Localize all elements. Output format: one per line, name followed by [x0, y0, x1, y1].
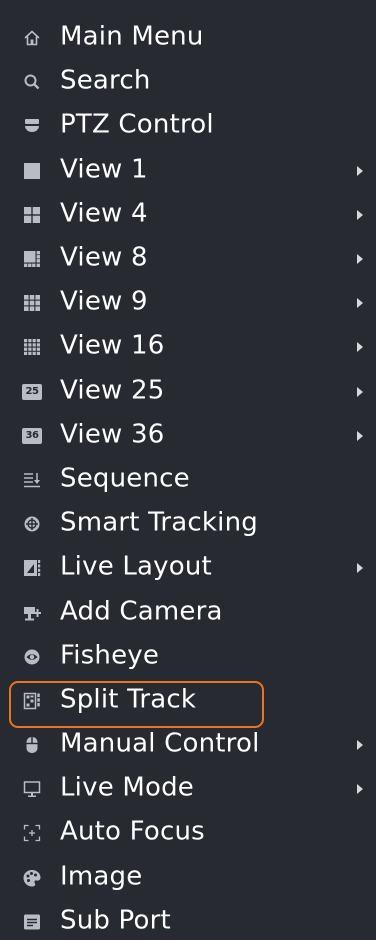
menu-item-label: View 16: [60, 331, 165, 362]
submenu-arrow-icon: [357, 298, 363, 309]
menu-item-sub-port[interactable]: Sub Port: [0, 900, 376, 944]
menu-item-label: Smart Tracking: [60, 507, 258, 538]
menu-item-fisheye[interactable]: Fisheye: [0, 635, 376, 679]
menu-item-label: View 1: [60, 154, 148, 185]
menu-item-label: Live Layout: [60, 552, 212, 583]
view-1-icon: [22, 161, 42, 181]
image-icon: [22, 868, 42, 888]
sequence-icon: [22, 470, 42, 490]
submenu-arrow-icon: [357, 342, 363, 353]
menu-item-auto-focus[interactable]: Auto Focus: [0, 811, 376, 855]
submenu-arrow-icon: [357, 430, 363, 441]
view-4-icon: [22, 205, 42, 225]
menu-item-label: Main Menu: [60, 21, 204, 52]
menu-item-label: View 36: [60, 419, 165, 450]
menu-item-label: Image: [60, 861, 143, 892]
menu-item-label: View 4: [60, 198, 148, 229]
menu-item-view-25[interactable]: 25 View 25: [0, 370, 376, 414]
context-menu: Main Menu Search PTZ Control View 1 View…: [0, 0, 376, 940]
live-layout-icon: [22, 558, 42, 578]
menu-item-label: Live Mode: [60, 772, 194, 803]
view-9-icon: [22, 293, 42, 313]
menu-item-search[interactable]: Search: [0, 60, 376, 104]
home-icon: [22, 28, 42, 48]
live-mode-icon: [22, 779, 42, 799]
ptz-camera-icon: [22, 116, 42, 136]
menu-item-label: View 8: [60, 242, 148, 273]
submenu-arrow-icon: [357, 209, 363, 220]
submenu-arrow-icon: [357, 386, 363, 397]
menu-item-view-36[interactable]: 36 View 36: [0, 414, 376, 458]
menu-item-label: Sequence: [60, 463, 190, 494]
menu-item-label: Manual Control: [60, 728, 260, 759]
menu-item-label: View 9: [60, 286, 148, 317]
split-track-icon: [22, 691, 42, 711]
submenu-arrow-icon: [357, 784, 363, 795]
smart-tracking-icon: [22, 514, 42, 534]
submenu-arrow-icon: [357, 254, 363, 265]
menu-item-main-menu[interactable]: Main Menu: [0, 16, 376, 60]
menu-item-add-camera[interactable]: Add Camera: [0, 590, 376, 634]
menu-item-live-layout[interactable]: Live Layout: [0, 546, 376, 590]
menu-item-label: Add Camera: [60, 596, 223, 627]
menu-item-view-16[interactable]: View 16: [0, 325, 376, 369]
sub-port-icon: [22, 912, 42, 932]
menu-item-label: Auto Focus: [60, 817, 205, 848]
menu-item-view-9[interactable]: View 9: [0, 281, 376, 325]
submenu-arrow-icon: [357, 740, 363, 751]
menu-item-view-1[interactable]: View 1: [0, 149, 376, 193]
view-16-icon: [22, 337, 42, 357]
view-25-icon: 25: [22, 382, 42, 402]
menu-item-label: PTZ Control: [60, 110, 214, 141]
view-8-icon: [22, 249, 42, 269]
menu-item-label: View 25: [60, 375, 165, 406]
menu-item-label: Sub Port: [60, 905, 171, 936]
manual-control-icon: [22, 735, 42, 755]
menu-item-label: Fisheye: [60, 640, 160, 671]
search-icon: [22, 72, 42, 92]
menu-item-image[interactable]: Image: [0, 856, 376, 900]
submenu-arrow-icon: [357, 165, 363, 176]
fisheye-icon: [22, 647, 42, 667]
view-36-icon: 36: [22, 426, 42, 446]
submenu-arrow-icon: [357, 563, 363, 574]
menu-item-ptz-control[interactable]: PTZ Control: [0, 104, 376, 148]
auto-focus-icon: [22, 823, 42, 843]
menu-item-label: Split Track: [60, 684, 197, 715]
menu-item-smart-tracking[interactable]: Smart Tracking: [0, 502, 376, 546]
menu-item-view-8[interactable]: View 8: [0, 237, 376, 281]
menu-item-live-mode[interactable]: Live Mode: [0, 767, 376, 811]
menu-item-split-track[interactable]: Split Track: [0, 679, 376, 723]
menu-item-label: Search: [60, 65, 151, 96]
menu-item-sequence[interactable]: Sequence: [0, 458, 376, 502]
add-camera-icon: [22, 603, 42, 623]
menu-item-manual-control[interactable]: Manual Control: [0, 723, 376, 767]
menu-item-view-4[interactable]: View 4: [0, 193, 376, 237]
